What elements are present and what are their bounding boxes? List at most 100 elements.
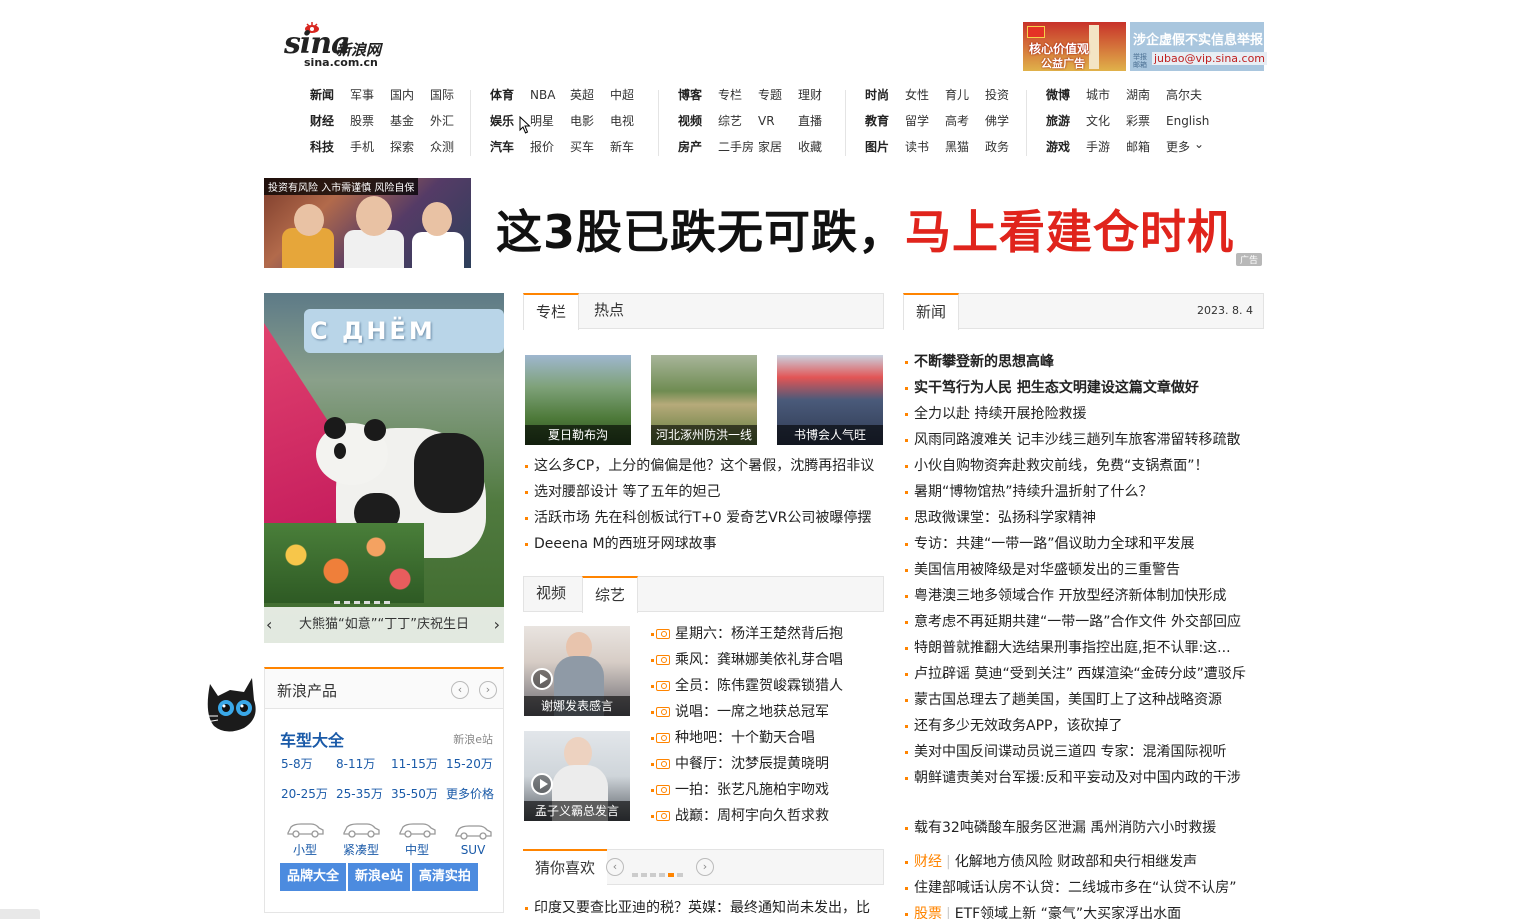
news-item[interactable]: 载有32吨磷酸车服务区泄漏 禹州消防六小时救援: [904, 815, 1264, 841]
car-models-title[interactable]: 车型大全: [280, 727, 344, 751]
tab-video[interactable]: 视频: [524, 576, 578, 612]
car-type-link[interactable]: 中型: [389, 819, 445, 858]
brand-list-button[interactable]: 品牌大全: [280, 863, 347, 891]
thumb-bookfair[interactable]: 书博会人气旺: [777, 355, 883, 445]
nav-link[interactable]: 中超: [610, 86, 634, 104]
nav-link[interactable]: 更多: [1166, 138, 1190, 156]
list-item[interactable]: Deeena M的西班牙网球故事: [524, 531, 884, 557]
news-item[interactable]: 还有多少无效政务APP，该砍掉了: [904, 713, 1264, 739]
sina-logo[interactable]: sina 新浪网 sina.com.cn: [284, 22, 400, 70]
nav-link[interactable]: 国内: [390, 86, 414, 104]
nav-link[interactable]: 娱乐: [490, 112, 514, 130]
nav-link[interactable]: 彩票: [1126, 112, 1150, 130]
nav-link[interactable]: 买车: [570, 138, 594, 156]
report-ad[interactable]: 涉企虚假不实信息举报 举报邮箱 jubao@vip.sina.com: [1130, 22, 1268, 71]
nav-link[interactable]: 基金: [390, 112, 414, 130]
news-item[interactable]: 股票ETF领域上新 “豪气”大买家浮出水面: [904, 901, 1264, 919]
nav-link[interactable]: 科技: [310, 138, 334, 156]
nav-link[interactable]: 游戏: [1046, 138, 1070, 156]
core-values-ad[interactable]: 核心价值观 公益广告: [1023, 22, 1126, 71]
price-link[interactable]: 20-25万: [281, 785, 336, 815]
list-item[interactable]: 全员：陈伟霆贺峻霖锁猎人: [651, 673, 884, 699]
products-prev-icon[interactable]: ‹: [451, 681, 469, 699]
price-link[interactable]: 25-35万: [336, 785, 391, 815]
nav-link[interactable]: 众测: [430, 138, 454, 156]
nav-link[interactable]: 视频: [678, 112, 702, 130]
nav-link[interactable]: 育儿: [945, 86, 969, 104]
news-item[interactable]: 蒙古国总理去了趟美国，美国盯上了这种战略资源: [904, 687, 1264, 713]
list-item[interactable]: 种地吧：十个勤天合唱: [651, 725, 884, 751]
nav-link[interactable]: 直播: [798, 112, 822, 130]
nav-link[interactable]: 黑猫: [945, 138, 969, 156]
guess-dots[interactable]: [632, 866, 686, 881]
guess-next-icon[interactable]: ›: [696, 858, 714, 876]
news-item[interactable]: 财经化解地方债风险 财政部和央行相继发声: [904, 849, 1264, 875]
nav-link[interactable]: NBA: [530, 86, 555, 104]
news-item[interactable]: 不断攀登新的思想高峰: [904, 349, 1264, 375]
car-type-link[interactable]: SUV: [445, 821, 501, 857]
nav-link[interactable]: 文化: [1086, 112, 1110, 130]
nav-link[interactable]: 明星: [530, 112, 554, 130]
nav-link[interactable]: 佛学: [985, 112, 1009, 130]
list-item[interactable]: 战巅：周柯宇向久哲求救: [651, 803, 884, 829]
list-item[interactable]: 中餐厅：沈梦辰提黄晓明: [651, 751, 884, 777]
slide-next-icon[interactable]: ›: [494, 607, 500, 643]
price-link[interactable]: 35-50万: [391, 785, 446, 815]
nav-link[interactable]: 军事: [350, 86, 374, 104]
stock-banner-ad[interactable]: 投资有风险 入市需谨慎 风险自保 这3股已跌无可跌，马上看建仓时机 广告: [264, 178, 1264, 268]
nav-link[interactable]: 博客: [678, 86, 702, 104]
list-item[interactable]: 星期六：杨洋王楚然背后抱: [651, 621, 884, 647]
list-item[interactable]: 这么多CP，上分的偏偏是他？这个暑假，沈腾再招非议: [524, 453, 884, 479]
nav-link[interactable]: 房产: [678, 138, 702, 156]
black-cat-mascot-icon[interactable]: [200, 670, 266, 736]
nav-link[interactable]: 湖南: [1126, 86, 1150, 104]
news-item[interactable]: 思政微课堂：弘扬科学家精神: [904, 505, 1264, 531]
news-item[interactable]: 朝鲜谴责美对台军援:反和平妄动及对中国内政的干涉: [904, 765, 1264, 791]
news-item[interactable]: 小伙自购物资奔赴救灾前线，免费“支锅煮面”！: [904, 453, 1264, 479]
nav-link[interactable]: 微博: [1046, 86, 1070, 104]
nav-link[interactable]: 综艺: [718, 112, 742, 130]
tab-variety[interactable]: 综艺: [582, 576, 639, 613]
nav-link[interactable]: 电影: [570, 112, 594, 130]
nav-link[interactable]: 探索: [390, 138, 414, 156]
nav-link[interactable]: 新闻: [310, 86, 334, 104]
nav-link[interactable]: 家居: [758, 138, 782, 156]
list-item[interactable]: 印度又要查比亚迪的税？英媒：最终通知尚未发出，比: [524, 895, 884, 919]
slide-prev-icon[interactable]: ‹: [266, 607, 272, 643]
nav-link[interactable]: 政务: [985, 138, 1009, 156]
car-type-link[interactable]: 紧凑型: [333, 819, 389, 858]
car-type-link[interactable]: 小型: [277, 819, 333, 858]
news-item[interactable]: 暑期“博物馆热”持续升温折射了什么？: [904, 479, 1264, 505]
tab-column[interactable]: 专栏: [523, 293, 580, 330]
price-link[interactable]: 5-8万: [281, 755, 336, 785]
nav-link[interactable]: 报价: [530, 138, 554, 156]
hd-photos-button[interactable]: 高清实拍: [411, 863, 478, 891]
nav-link[interactable]: 城市: [1086, 86, 1110, 104]
news-item[interactable]: 特朗普就推翻大选结果刑事指控出庭,拒不认罪:这...: [904, 635, 1264, 661]
nav-link[interactable]: 体育: [490, 86, 514, 104]
news-item[interactable]: 卢拉辟谣 莫迪“受到关注” 西媒渲染“金砖分歧”遭驳斥: [904, 661, 1264, 687]
thumb-flood[interactable]: 河北涿州防洪一线: [651, 355, 757, 445]
nav-link[interactable]: 新车: [610, 138, 634, 156]
price-link[interactable]: 更多价格: [446, 785, 501, 815]
list-item[interactable]: 说唱：一席之地获总冠军: [651, 699, 884, 725]
guess-prev-icon[interactable]: ‹: [606, 858, 624, 876]
news-item[interactable]: 美对中国反间谍动员说三道四 专家：混淆国际视听: [904, 739, 1264, 765]
nav-link[interactable]: 高考: [945, 112, 969, 130]
video-thumb-xiena[interactable]: 谢娜发表感言: [524, 626, 630, 716]
nav-link[interactable]: 旅游: [1046, 112, 1070, 130]
nav-link[interactable]: 财经: [310, 112, 334, 130]
nav-link[interactable]: 女性: [905, 86, 929, 104]
nav-link[interactable]: 教育: [865, 112, 889, 130]
news-category[interactable]: 财经: [914, 854, 955, 870]
nav-link[interactable]: 理财: [798, 86, 822, 104]
tab-hot[interactable]: 热点: [582, 293, 636, 329]
nav-link[interactable]: 收藏: [798, 138, 822, 156]
slide-dots[interactable]: [334, 593, 394, 608]
price-link[interactable]: 15-20万: [446, 755, 501, 785]
nav-link[interactable]: 专题: [758, 86, 782, 104]
news-item[interactable]: 住建部喊话认房不认贷：二线城市多在“认贷不认房”: [904, 875, 1264, 901]
nav-link[interactable]: 邮箱: [1126, 138, 1150, 156]
news-item[interactable]: 美国信用被降级是对华盛顿发出的三重警告: [904, 557, 1264, 583]
nav-link[interactable]: 读书: [905, 138, 929, 156]
